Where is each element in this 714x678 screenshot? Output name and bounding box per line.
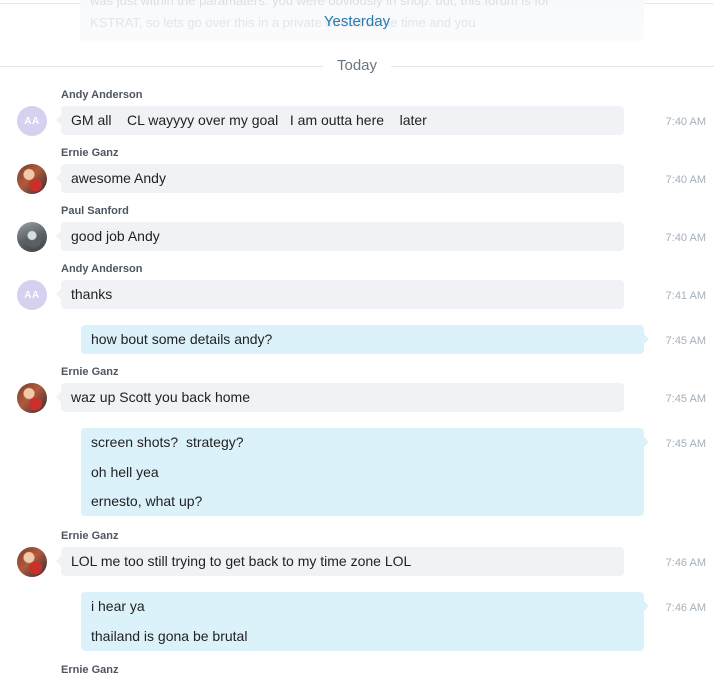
message-timestamp: 7:40 AM xyxy=(665,232,706,244)
sender-name[interactable]: Ernie Ganz xyxy=(61,147,118,159)
message-bubble: good job Andy xyxy=(56,222,624,251)
message-bubble: GM all CL wayyyy over my goal I am outta… xyxy=(56,106,624,135)
avatar[interactable]: AA xyxy=(17,280,47,310)
message-line: how bout some details andy? xyxy=(91,331,273,347)
message-bubble: LOL me too still trying to get back to m… xyxy=(56,547,624,576)
own-message-bubble: how bout some details andy? xyxy=(81,325,649,354)
message-timestamp: 7:41 AM xyxy=(665,290,706,302)
sender-name[interactable]: Ernie Ganz xyxy=(61,530,118,542)
avatar[interactable] xyxy=(17,164,47,194)
avatar[interactable]: AA xyxy=(17,106,47,136)
message-timestamp: 7:46 AM xyxy=(665,557,706,569)
avatar[interactable] xyxy=(17,383,47,413)
message-bubble: thanks xyxy=(56,280,624,309)
sticky-date-label[interactable]: Yesterday xyxy=(318,13,396,30)
avatar[interactable] xyxy=(17,222,47,252)
message-bubble: waz up Scott you back home xyxy=(56,383,624,412)
message-line: thailand is gona be brutal xyxy=(91,627,248,644)
message-line: screen shots? strategy? xyxy=(91,434,244,450)
message-line: ernesto, what up? xyxy=(91,493,203,509)
sticky-date-header[interactable]: Yesterday xyxy=(0,13,714,30)
sender-name[interactable]: Andy Anderson xyxy=(61,89,143,101)
message-timestamp: 7:45 AM xyxy=(665,393,706,405)
day-divider-label: Today xyxy=(322,57,392,75)
message-timestamp: 7:40 AM xyxy=(665,174,706,186)
message-timestamp: 7:45 AM xyxy=(665,438,706,450)
day-divider: Today xyxy=(0,57,714,75)
own-message-bubble: i hear ya thailand is gona be brutal xyxy=(81,592,649,651)
avatar[interactable] xyxy=(17,547,47,577)
message-timestamp: 7:45 AM xyxy=(665,335,706,347)
message-line: oh hell yea xyxy=(91,463,159,480)
message-line: i hear ya xyxy=(91,598,145,614)
sender-name[interactable]: Andy Anderson xyxy=(61,263,143,275)
message-bubble: awesome Andy xyxy=(56,164,624,193)
message-timestamp: 7:46 AM xyxy=(665,602,706,614)
sender-name[interactable]: Ernie Ganz xyxy=(61,366,118,378)
message-timestamp: 7:40 AM xyxy=(665,116,706,128)
sender-name[interactable]: Ernie Ganz xyxy=(61,664,118,676)
sender-name[interactable]: Paul Sanford xyxy=(61,205,129,217)
own-message-bubble: screen shots? strategy? oh hell yea erne… xyxy=(81,428,649,516)
